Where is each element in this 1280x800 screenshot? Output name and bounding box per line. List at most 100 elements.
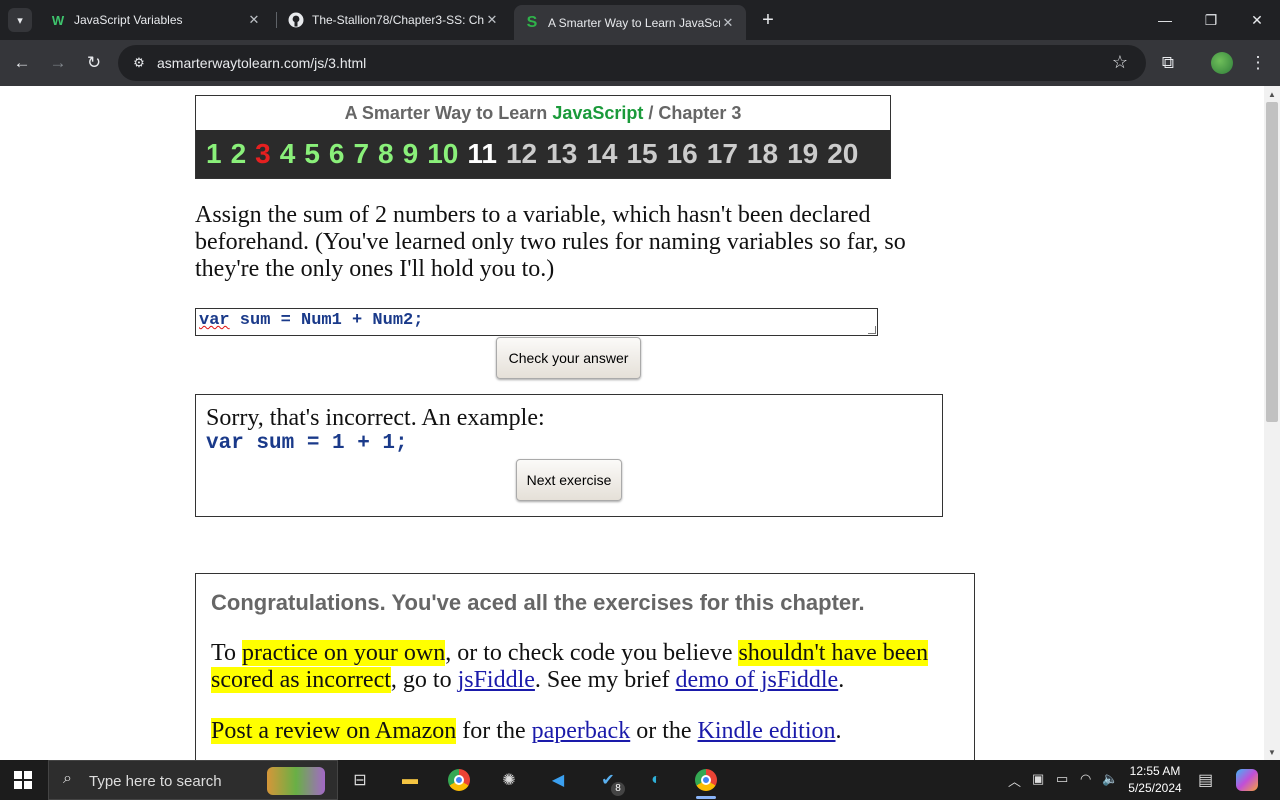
exercise-link-16[interactable]: 16 [667,138,698,170]
exercise-link-2[interactable]: 2 [231,138,247,170]
exercise-link-5[interactable]: 5 [304,138,320,170]
answer-keyword: var [199,311,230,330]
tasks-app-icon[interactable]: ✔ 8 [593,766,625,796]
text: . [838,667,845,693]
exercise-link-1[interactable]: 1 [206,138,222,170]
text: for the [456,718,532,744]
copilot-icon[interactable] [1236,769,1258,791]
text: To [211,640,242,666]
tab-search-icon[interactable]: ▾ [8,8,32,32]
notification-badge: 8 [611,782,625,796]
reload-icon[interactable]: ↻ [83,52,105,74]
exercise-link-12[interactable]: 12 [506,138,537,170]
browser-toolbar: ← → ↻ ⚙ asmarterwaytolearn.com/js/3.html… [0,40,1280,86]
new-tab-icon[interactable]: + [758,10,778,30]
scroll-up-icon[interactable]: ▲ [1268,90,1276,99]
task-view-icon[interactable]: ⊟ [345,766,375,794]
forward-icon[interactable]: → [47,52,69,74]
chrome-active-icon[interactable] [691,766,721,799]
url-text[interactable]: asmarterwaytolearn.com/js/3.html [157,55,366,71]
congrats-heading: Congratulations. You've aced all the exe… [211,590,865,615]
chapter-label: Chapter 3 [658,103,742,123]
wifi-icon[interactable]: ◠ [1080,771,1091,787]
restore-icon[interactable]: ❐ [1201,10,1221,30]
address-bar[interactable]: ⚙ asmarterwaytolearn.com/js/3.html ☆ [118,45,1146,81]
example-code: var sum = 1 + 1; [206,432,408,455]
text: , or to check code you believe [445,640,739,666]
answer-text: sum = Num1 + Num2; [229,311,424,330]
text: , go to [390,667,458,693]
tab-javascript-variables[interactable]: W JavaScript Variables ✕ [40,6,272,34]
edge-icon[interactable]: ◐ [641,766,671,794]
tab-smarter-way[interactable]: S A Smarter Way to Learn JavaScr ✕ [514,5,746,40]
search-placeholder: Type here to search [89,773,222,790]
taskbar-search[interactable]: ⌕ Type here to search [48,760,338,800]
chatgpt-icon[interactable]: ✺ [494,766,524,794]
clock-time: 12:55 AM [1129,764,1181,778]
exercise-link-9[interactable]: 9 [403,138,419,170]
tab-title: The-Stallion78/Chapter3-SS: Ch [312,13,484,27]
exercise-link-19[interactable]: 19 [787,138,818,170]
file-explorer-icon[interactable]: ▬ [395,766,425,794]
tab-divider [276,12,277,28]
exercise-link-11[interactable]: 11 [467,138,497,170]
close-icon[interactable]: ✕ [720,15,736,31]
feedback-message: Sorry, that's incorrect. An example: [206,405,545,431]
exercise-link-18[interactable]: 18 [747,138,778,170]
exercise-question: Assign the sum of 2 numbers to a variabl… [195,202,906,282]
notifications-icon[interactable]: ▤ [1198,770,1213,790]
exercise-link-20[interactable]: 20 [827,138,858,170]
extensions-icon[interactable]: ⧉ [1157,52,1179,74]
site-info-icon[interactable]: ⚙ [130,54,148,72]
kindle-link[interactable]: Kindle edition [698,718,836,744]
exercise-link-10[interactable]: 10 [427,138,458,170]
resize-handle[interactable] [868,326,876,334]
jsfiddle-demo-link[interactable]: demo of jsFiddle [676,667,839,693]
menu-icon[interactable]: ⋮ [1247,52,1269,74]
exercise-link-8[interactable]: 8 [378,138,394,170]
exercise-link-7[interactable]: 7 [353,138,369,170]
exercise-link-13[interactable]: 13 [546,138,577,170]
check-answer-button[interactable]: Check your answer [496,337,641,379]
close-icon[interactable]: ✕ [484,12,500,28]
chrome-icon[interactable] [444,766,474,794]
page-scrollbar[interactable]: ▲ ▼ [1264,86,1280,760]
clock-date: 5/25/2024 [1128,781,1182,795]
jsfiddle-link[interactable]: jsFiddle [458,667,535,693]
show-hidden-icons-icon[interactable]: ︿ [1008,771,1021,790]
battery-icon[interactable]: ▭ [1056,771,1068,787]
windows-taskbar: ⌕ Type here to search ⊟ ▬ ✺ ◀ ✔ 8 ◐ ︿ ▣ ▭… [0,760,1280,800]
vscode-icon[interactable]: ◀ [543,766,573,794]
exercise-link-6[interactable]: 6 [329,138,345,170]
paperback-link[interactable]: paperback [532,718,631,744]
text: . [835,718,842,744]
close-icon[interactable]: ✕ [246,12,262,28]
tab-github[interactable]: The-Stallion78/Chapter3-SS: Ch ✕ [278,6,510,34]
bookmark-star-icon[interactable]: ☆ [1112,52,1128,73]
text: or the [630,718,698,744]
exercise-link-14[interactable]: 14 [586,138,617,170]
site-favicon-icon: S [526,13,538,31]
site-title: A Smarter Way to Learn [344,103,553,123]
back-icon[interactable]: ← [11,52,33,74]
minimize-icon[interactable]: — [1155,10,1175,30]
text: . See my brief [534,667,676,693]
close-window-icon[interactable]: ✕ [1247,10,1267,30]
meet-now-icon[interactable]: ▣ [1032,771,1044,787]
scroll-down-icon[interactable]: ▼ [1268,748,1276,757]
clock[interactable]: 12:55 AM 5/25/2024 [1122,763,1188,797]
exercise-link-15[interactable]: 15 [626,138,657,170]
exercise-link-4[interactable]: 4 [280,138,296,170]
w3schools-icon: W [51,12,65,28]
scrollbar-thumb[interactable] [1266,102,1278,422]
profile-avatar[interactable] [1211,52,1233,74]
answer-textarea[interactable]: var sum = Num1 + Num2; [195,308,878,336]
windows-start-icon[interactable] [14,771,32,789]
exercise-link-17[interactable]: 17 [707,138,738,170]
exercise-link-3[interactable]: 3 [255,138,271,170]
tab-title: A Smarter Way to Learn JavaScr [548,15,720,30]
brand-title: JavaScript [552,103,644,123]
volume-icon[interactable]: 🔈 [1102,771,1118,787]
tab-strip: ▾ W JavaScript Variables ✕ The-Stallion7… [0,0,1280,40]
next-exercise-button[interactable]: Next exercise [516,459,622,501]
